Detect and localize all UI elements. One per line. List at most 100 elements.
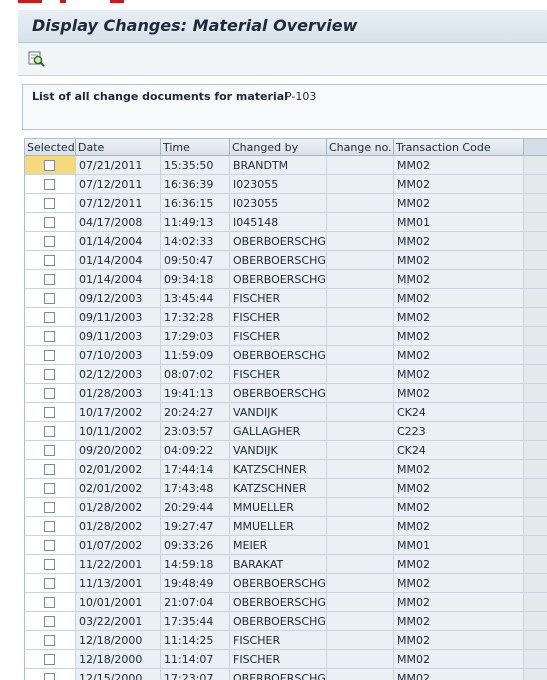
select-cell[interactable] [25, 536, 76, 555]
row-filler [524, 403, 547, 422]
table-row[interactable]: 04/17/2008 11:49:13 I045148 MM01 [25, 213, 547, 232]
table-row[interactable]: 01/14/2004 09:34:18 OBERBOERSCHG MM02 [25, 270, 547, 289]
row-select-checkbox[interactable] [44, 540, 55, 551]
change-no-cell [327, 460, 394, 479]
table-row[interactable]: 01/14/2004 14:02:33 OBERBOERSCHG MM02 [25, 232, 547, 251]
row-select-checkbox[interactable] [44, 236, 55, 247]
select-cell[interactable] [25, 650, 76, 669]
row-select-checkbox[interactable] [44, 388, 55, 399]
row-select-checkbox[interactable] [44, 502, 55, 513]
select-cell[interactable] [25, 574, 76, 593]
row-select-checkbox[interactable] [44, 255, 55, 266]
column-header-changed-by[interactable]: Changed by [230, 139, 327, 156]
table-row[interactable]: 09/11/2003 17:32:28 FISCHER MM02 [25, 308, 547, 327]
row-select-checkbox[interactable] [44, 521, 55, 532]
table-row[interactable]: 12/18/2000 11:14:25 FISCHER MM02 [25, 631, 547, 650]
table-row[interactable]: 07/21/2011 15:35:50 BRANDTM MM02 [25, 156, 547, 175]
column-header-transaction-code[interactable]: Transaction Code [394, 139, 524, 156]
select-cell[interactable] [25, 612, 76, 631]
column-header-selected[interactable]: Selected [25, 139, 76, 156]
table-row[interactable]: 01/14/2004 09:50:47 OBERBOERSCHG MM02 [25, 251, 547, 270]
table-row[interactable]: 03/22/2001 17:35:44 OBERBOERSCHG MM02 [25, 612, 547, 631]
table-row[interactable]: 09/12/2003 13:45:44 FISCHER MM02 [25, 289, 547, 308]
row-select-checkbox[interactable] [44, 616, 55, 627]
select-cell[interactable] [25, 251, 76, 270]
select-cell[interactable] [25, 384, 76, 403]
row-select-checkbox[interactable] [44, 483, 55, 494]
table-row[interactable]: 07/10/2003 11:59:09 OBERBOERSCHG MM02 [25, 346, 547, 365]
row-select-checkbox[interactable] [44, 464, 55, 475]
select-cell[interactable] [25, 156, 76, 175]
row-select-checkbox[interactable] [44, 426, 55, 437]
select-cell[interactable] [25, 365, 76, 384]
select-cell[interactable] [25, 479, 76, 498]
select-cell[interactable] [25, 346, 76, 365]
table-row[interactable]: 12/18/2000 11:14:07 FISCHER MM02 [25, 650, 547, 669]
select-cell[interactable] [25, 498, 76, 517]
table-row[interactable]: 07/12/2011 16:36:39 I023055 MM02 [25, 175, 547, 194]
date-cell: 10/11/2002 [76, 422, 161, 441]
row-select-checkbox[interactable] [44, 350, 55, 361]
date-cell: 01/14/2004 [76, 270, 161, 289]
application-toolbar [18, 43, 547, 76]
table-row[interactable]: 02/01/2002 17:44:14 KATZSCHNER MM02 [25, 460, 547, 479]
select-cell[interactable] [25, 289, 76, 308]
table-row[interactable]: 11/22/2001 14:59:18 BARAKAT MM02 [25, 555, 547, 574]
table-row[interactable]: 07/12/2011 16:36:15 I023055 MM02 [25, 194, 547, 213]
select-cell[interactable] [25, 593, 76, 612]
table-row[interactable]: 01/28/2002 20:29:44 MMUELLER MM02 [25, 498, 547, 517]
table-row[interactable]: 01/28/2003 19:41:13 OBERBOERSCHG MM02 [25, 384, 547, 403]
select-cell[interactable] [25, 327, 76, 346]
select-cell[interactable] [25, 631, 76, 650]
row-select-checkbox[interactable] [44, 597, 55, 608]
select-cell[interactable] [25, 175, 76, 194]
table-row[interactable]: 09/20/2002 04:09:22 VANDIJK CK24 [25, 441, 547, 460]
select-cell[interactable] [25, 270, 76, 289]
select-cell[interactable] [25, 194, 76, 213]
date-cell: 11/22/2001 [76, 555, 161, 574]
row-select-checkbox[interactable] [44, 312, 55, 323]
table-row[interactable]: 10/01/2001 21:07:04 OBERBOERSCHG MM02 [25, 593, 547, 612]
row-select-checkbox[interactable] [44, 179, 55, 190]
table-row[interactable]: 02/01/2002 17:43:48 KATZSCHNER MM02 [25, 479, 547, 498]
row-select-checkbox[interactable] [44, 217, 55, 228]
row-select-checkbox[interactable] [44, 160, 55, 171]
select-cell[interactable] [25, 517, 76, 536]
table-row[interactable]: 12/15/2000 17:23:07 OBERBOERSCHG MM02 [25, 669, 547, 680]
table-row[interactable]: 02/12/2003 08:07:02 FISCHER MM02 [25, 365, 547, 384]
row-select-checkbox[interactable] [44, 274, 55, 285]
table-row[interactable]: 01/07/2002 09:33:26 MEIER MM01 [25, 536, 547, 555]
select-cell[interactable] [25, 441, 76, 460]
table-row[interactable]: 01/28/2002 19:27:47 MMUELLER MM02 [25, 517, 547, 536]
row-select-checkbox[interactable] [44, 578, 55, 589]
row-filler [524, 175, 547, 194]
column-header-change-no[interactable]: Change no. [327, 139, 394, 156]
select-cell[interactable] [25, 403, 76, 422]
select-cell[interactable] [25, 555, 76, 574]
table-row[interactable]: 11/13/2001 19:48:49 OBERBOERSCHG MM02 [25, 574, 547, 593]
transaction-code-cell: MM02 [394, 156, 524, 175]
row-select-checkbox[interactable] [44, 331, 55, 342]
column-header-time[interactable]: Time [161, 139, 230, 156]
select-cell[interactable] [25, 308, 76, 327]
row-select-checkbox[interactable] [44, 654, 55, 665]
column-header-date[interactable]: Date [76, 139, 161, 156]
row-select-checkbox[interactable] [44, 445, 55, 456]
select-cell[interactable] [25, 213, 76, 232]
find-button[interactable] [28, 50, 46, 68]
select-cell[interactable] [25, 460, 76, 479]
table-row[interactable]: 10/11/2002 23:03:57 GALLAGHER C223 [25, 422, 547, 441]
row-select-checkbox[interactable] [44, 407, 55, 418]
row-select-checkbox[interactable] [44, 198, 55, 209]
select-cell[interactable] [25, 232, 76, 251]
table-row[interactable]: 09/11/2003 17:29:03 FISCHER MM02 [25, 327, 547, 346]
date-cell: 01/28/2002 [76, 498, 161, 517]
row-select-checkbox[interactable] [44, 635, 55, 646]
change-no-cell [327, 213, 394, 232]
select-cell[interactable] [25, 422, 76, 441]
table-row[interactable]: 10/17/2002 20:24:27 VANDIJK CK24 [25, 403, 547, 422]
select-cell[interactable] [25, 669, 76, 680]
row-select-checkbox[interactable] [44, 559, 55, 570]
row-select-checkbox[interactable] [44, 293, 55, 304]
row-select-checkbox[interactable] [44, 369, 55, 380]
